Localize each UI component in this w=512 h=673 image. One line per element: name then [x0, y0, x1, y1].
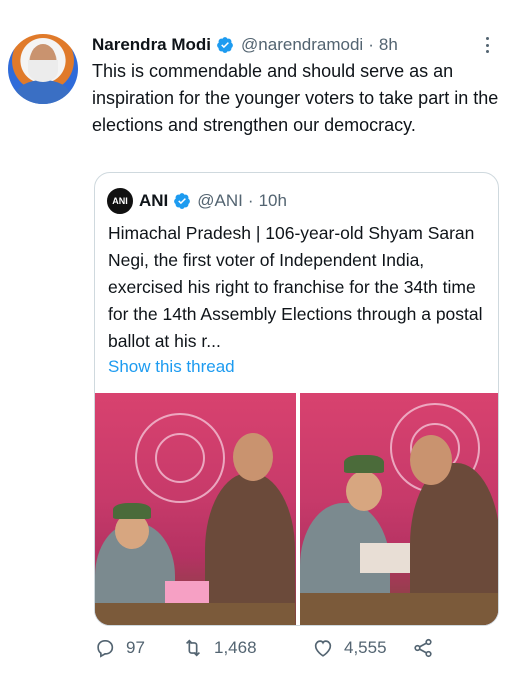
tweet[interactable]: Narendra Modi @narendramodi · 8h This is… — [0, 0, 512, 673]
reply-icon — [97, 640, 114, 658]
media-photo-2[interactable] — [299, 393, 498, 625]
reply-button[interactable]: 97 — [94, 637, 182, 659]
quoted-author-handle: @ANI — [197, 191, 243, 210]
verified-badge-icon — [174, 193, 191, 209]
tweet-time[interactable]: 8h — [379, 35, 398, 55]
share-button[interactable] — [412, 637, 444, 659]
author-handle[interactable]: @narendramodi — [241, 35, 363, 55]
retweet-count: 1,468 — [214, 638, 257, 657]
ani-avatar[interactable]: ANI — [107, 188, 133, 214]
media-photo-1[interactable] — [95, 393, 296, 625]
author-avatar[interactable] — [8, 34, 78, 104]
separator-dot: · — [247, 191, 254, 210]
quoted-author-name: ANI — [139, 191, 169, 210]
show-thread-link[interactable]: Show this thread — [108, 357, 235, 377]
more-options-icon[interactable] — [483, 34, 491, 56]
heart-icon — [314, 640, 332, 657]
quoted-tweet-header: ANI ANI @ANI · 10h — [107, 188, 287, 214]
media-grid — [95, 393, 498, 625]
quoted-tweet[interactable]: ANI ANI @ANI · 10h Himachal Pradesh | 10… — [94, 172, 499, 626]
tweet-header: Narendra Modi @narendramodi · 8h — [92, 34, 398, 56]
action-bar: 97 1,468 4,555 — [94, 634, 494, 662]
like-button[interactable]: 4,555 — [312, 637, 412, 659]
quoted-tweet-text: Himachal Pradesh | 106-year-old Shyam Sa… — [108, 223, 483, 351]
like-count: 4,555 — [344, 638, 387, 657]
reply-count: 97 — [126, 638, 145, 657]
verified-badge-icon — [217, 37, 233, 53]
retweet-button[interactable]: 1,468 — [182, 637, 312, 659]
quoted-tweet-time: 10h — [258, 191, 287, 210]
author-name[interactable]: Narendra Modi — [92, 35, 211, 55]
retweet-icon — [185, 639, 201, 657]
separator-dot: · — [368, 35, 374, 54]
tweet-text: This is commendable and should serve as … — [92, 61, 499, 135]
share-icon — [414, 638, 432, 658]
